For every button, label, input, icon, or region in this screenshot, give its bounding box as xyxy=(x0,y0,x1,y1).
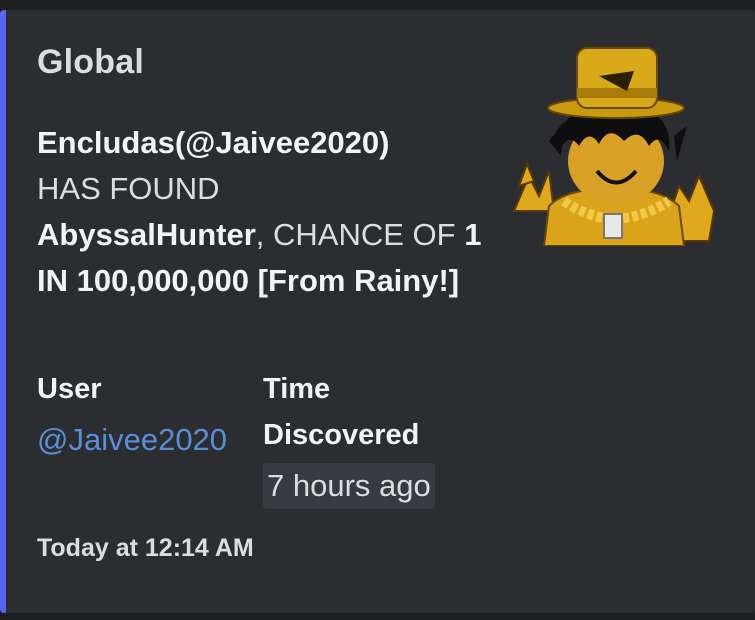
field-name-user: User xyxy=(37,373,102,405)
embed-footer-timestamp: Today at 12:14 AM xyxy=(37,534,254,562)
field-name-time: Time Discovered xyxy=(263,373,420,451)
avatar-thumbnail[interactable] xyxy=(509,36,721,246)
found-item: AbyssalHunter xyxy=(37,217,256,252)
chance-prefix: , CHANCE OF xyxy=(255,217,465,252)
found-user: Encludas(@Jaivee2020) xyxy=(37,125,390,160)
time-discovered-value: 7 hours ago xyxy=(263,462,435,510)
relative-timestamp[interactable]: 7 hours ago xyxy=(263,463,435,509)
user-mention-link[interactable]: @Jaivee2020 xyxy=(37,416,237,464)
embed-description: Encludas(@Jaivee2020) HAS FOUND AbyssalH… xyxy=(37,120,487,304)
discord-embed: Global Encludas(@Jaivee2020) HAS FOUND A… xyxy=(0,10,755,613)
has-found-text: HAS FOUND xyxy=(37,171,220,206)
embed-title: Global xyxy=(37,43,144,81)
